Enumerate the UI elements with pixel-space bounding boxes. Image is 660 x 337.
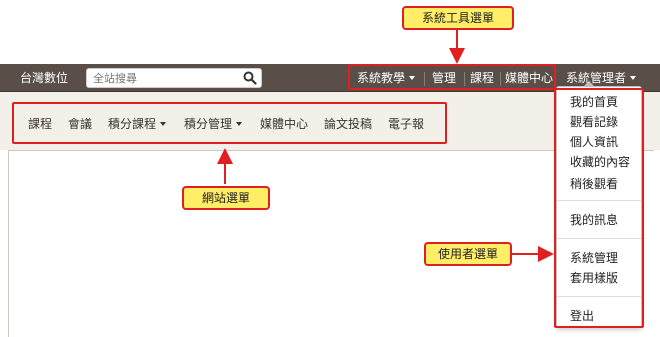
site-brand[interactable]: 台灣數位 [20, 69, 68, 87]
topnav-user-menu-label: 系統管理者 [566, 71, 627, 85]
callout-system-tools: 系統工具選單 [402, 6, 514, 30]
topnav-user-menu[interactable]: 系統管理者 [566, 69, 637, 87]
system-tools-highlight [348, 64, 556, 90]
site-menu-highlight [12, 102, 447, 144]
callout-user-menu: 使用者選單 [424, 242, 512, 266]
search-input[interactable] [87, 69, 237, 87]
search-box[interactable] [86, 68, 262, 88]
chevron-down-icon [630, 76, 637, 80]
search-icon[interactable] [243, 71, 257, 85]
user-menu-highlight [554, 88, 644, 328]
callout-site-menu: 網站選單 [182, 186, 270, 210]
